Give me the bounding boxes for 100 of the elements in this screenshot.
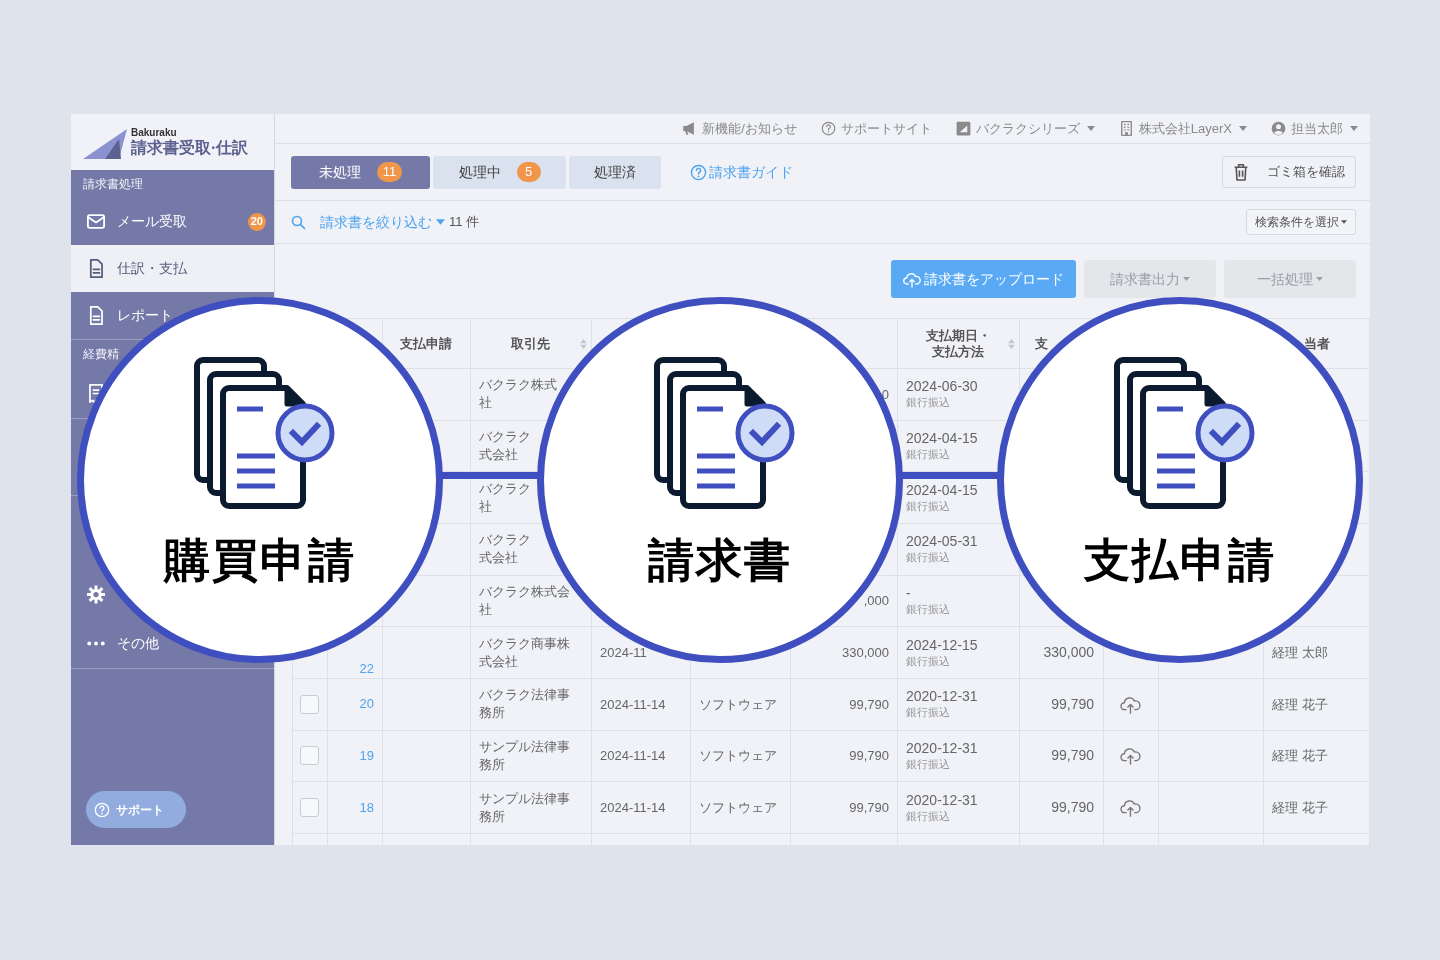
caret-icon bbox=[1341, 220, 1347, 224]
feature-label: 購買申請 bbox=[164, 537, 356, 583]
amount-text: 99,790 bbox=[1051, 694, 1094, 714]
category-text: ソフトウェア bbox=[699, 747, 777, 766]
sidebar-item[interactable]: レポート bbox=[87, 305, 173, 326]
amount-text: 330,000 bbox=[842, 643, 889, 662]
cloud-upload-icon[interactable] bbox=[1120, 694, 1141, 714]
due-date-text: 2020-12-31 bbox=[906, 791, 978, 809]
sidebar-item[interactable]: 仕訳・支払 bbox=[71, 245, 274, 292]
column-header: 支払期日・ 支払方法 bbox=[925, 327, 991, 360]
top-nav-link[interactable]: サポートサイト bbox=[820, 118, 932, 139]
building-icon bbox=[1118, 121, 1134, 136]
payment-method-text: 銀行振込 bbox=[906, 653, 950, 669]
invoice-id-link[interactable]: 20 bbox=[359, 697, 374, 712]
payment-method-text: 銀行振込 bbox=[906, 756, 950, 772]
feature-label: 支払申請 bbox=[1084, 537, 1276, 583]
status-tab[interactable]: 未処理 11 bbox=[291, 155, 430, 189]
amount-text: 99,790 bbox=[1051, 798, 1094, 818]
top-nav-link[interactable]: 株式会社LayerX bbox=[1118, 118, 1247, 139]
date-text: 2024-11-14 bbox=[600, 747, 666, 766]
amount-text: 330,000 bbox=[1043, 643, 1094, 663]
vendor-name: サンプル法律事 務所 bbox=[479, 737, 570, 774]
documents-check-icon bbox=[193, 357, 335, 509]
cloud-upload-icon bbox=[903, 270, 921, 288]
search-icon bbox=[291, 214, 306, 230]
status-tab[interactable]: 処理済 bbox=[569, 155, 661, 189]
row-checkbox[interactable] bbox=[300, 746, 319, 766]
due-date-text: 2020-12-31 bbox=[906, 688, 978, 706]
filter-link[interactable]: 請求書を絞り込む bbox=[320, 211, 445, 233]
section-title: 請求書処理 bbox=[82, 176, 144, 193]
settings-icon[interactable] bbox=[87, 585, 105, 604]
trash-icon bbox=[1233, 163, 1249, 181]
section-title: 経費精 bbox=[82, 346, 120, 363]
cloud-upload-icon[interactable] bbox=[1120, 798, 1141, 818]
documents-check-icon bbox=[1113, 357, 1255, 509]
caret-icon bbox=[436, 219, 445, 225]
amount-text: 99,790 bbox=[849, 747, 889, 766]
vendor-name: サンプル法律事 務所 bbox=[479, 789, 570, 826]
top-nav-link[interactable]: バクラクシリーズ bbox=[955, 118, 1095, 139]
mail-icon bbox=[87, 212, 105, 231]
more-icon bbox=[87, 641, 105, 646]
amount-text: 0 bbox=[881, 385, 889, 404]
assignee-name: 経理 花子 bbox=[1272, 747, 1328, 766]
category-text: ソフトウェア bbox=[699, 798, 777, 817]
brand-name: Bakuraku bbox=[131, 128, 178, 138]
due-date-text: 2024-06-30 bbox=[906, 378, 978, 396]
vendor-name: バクラク法律事 務所 bbox=[479, 686, 570, 723]
assignee-name: 経理 花子 bbox=[1272, 695, 1328, 714]
sidebar-item[interactable]: メール受取 bbox=[87, 211, 187, 232]
date-text: 2024-11-14 bbox=[600, 695, 666, 714]
category-text: ソフトウェア bbox=[699, 695, 777, 714]
search-conditions-dropdown[interactable]: 検索条件を選択 bbox=[1246, 209, 1356, 235]
payment-method-text: 銀行振込 bbox=[906, 705, 950, 721]
vendor-name: バクラク 社 bbox=[479, 479, 531, 516]
row-checkbox[interactable] bbox=[300, 798, 319, 818]
cloud-upload-icon[interactable] bbox=[1120, 746, 1141, 766]
payment-method-text: 銀行振込 bbox=[906, 447, 950, 462]
logo-icon bbox=[83, 129, 127, 159]
payment-method-text: 銀行振込 bbox=[906, 808, 950, 824]
count-badge: 11 bbox=[376, 162, 403, 182]
column-header: 当者 bbox=[1303, 335, 1330, 352]
help-icon bbox=[94, 801, 110, 818]
app-icon bbox=[955, 121, 971, 136]
sidebar-item[interactable]: その他 bbox=[87, 633, 159, 654]
trash-button[interactable]: ゴミ箱を確認 bbox=[1222, 156, 1356, 188]
top-nav-link[interactable]: 新機能/お知らせ bbox=[682, 118, 797, 139]
amount-text: ,000 bbox=[863, 592, 889, 611]
help-icon bbox=[820, 121, 836, 136]
payment-method-text: 銀行振込 bbox=[906, 498, 950, 514]
amount-text: 99,790 bbox=[849, 798, 889, 817]
documents-check-icon bbox=[653, 357, 795, 509]
vendor-name: バクラク商事株 式会社 bbox=[479, 634, 570, 671]
payment-method-text: 銀行振込 bbox=[906, 601, 950, 617]
invoice-id-link[interactable]: 18 bbox=[359, 800, 374, 815]
date-text: 2024-11 bbox=[600, 643, 647, 662]
row-checkbox[interactable] bbox=[300, 694, 319, 714]
upload-button[interactable]: 請求書をアップロード bbox=[891, 260, 1076, 298]
guide-link[interactable]: 請求書ガイド bbox=[690, 161, 793, 183]
status-tab[interactable]: 処理中 5 bbox=[433, 155, 566, 189]
support-button[interactable]: サポート bbox=[86, 791, 186, 828]
help-icon bbox=[690, 163, 707, 181]
column-header: 取引先 bbox=[511, 335, 550, 352]
due-date-text: 2024-12-15 bbox=[906, 636, 978, 654]
invoice-id-link[interactable]: 19 bbox=[359, 748, 374, 763]
product-name: 請求書受取·仕訳 bbox=[131, 140, 249, 156]
assignee-name: 経理 花子 bbox=[1272, 798, 1328, 817]
column-header: 支 bbox=[1035, 335, 1048, 352]
payment-method-text: 銀行振込 bbox=[906, 395, 950, 411]
vendor-name: バクラク株式会 社 bbox=[479, 582, 570, 619]
document-icon bbox=[87, 306, 105, 325]
document-icon bbox=[87, 259, 105, 278]
count-badge: 20 bbox=[247, 212, 266, 231]
vendor-name: バクラク 式会社 bbox=[479, 428, 531, 464]
result-count: 11 件 bbox=[449, 213, 480, 232]
vendor-name: バクラク 式会社 bbox=[479, 531, 531, 568]
top-nav-link[interactable]: 担当太郎 bbox=[1271, 118, 1358, 139]
amount-text: 99,790 bbox=[1051, 746, 1094, 766]
invoice-id-link[interactable]: 22 bbox=[359, 661, 374, 676]
due-date-text: - bbox=[906, 584, 911, 602]
amount-text: 99,790 bbox=[849, 695, 889, 714]
